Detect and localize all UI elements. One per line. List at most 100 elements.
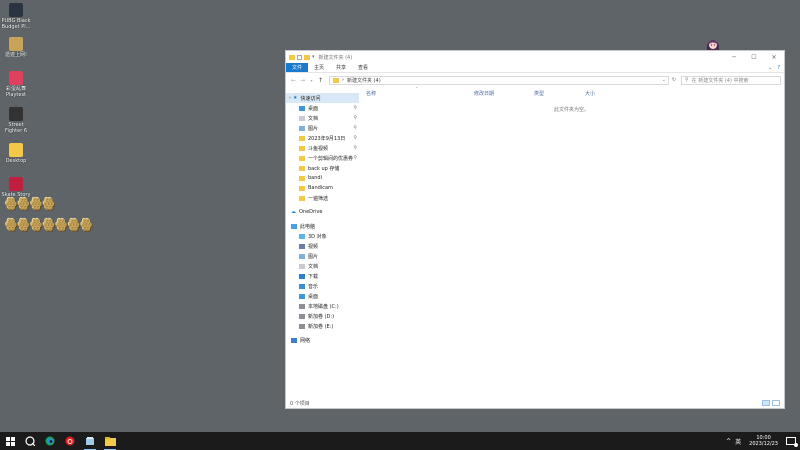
playtest-icon	[9, 71, 23, 85]
tab-home[interactable]: 主页	[308, 63, 330, 72]
back-button[interactable]: ←	[289, 77, 298, 84]
nav-pc-item-7[interactable]: 本地磁盘 (C:)	[286, 301, 359, 311]
clock[interactable]: 10:00 2023/12/23	[749, 435, 778, 447]
desktop-icon-3[interactable]: Street Fighter 6	[0, 107, 32, 134]
nav-quick-item-3[interactable]: 2023年9月13日 ⚲	[286, 133, 359, 143]
nav-quick-item-8[interactable]: Bandicam	[286, 183, 359, 193]
nav-quick-item-9[interactable]: 一遍筛选	[286, 193, 359, 203]
edge-taskbar-button[interactable]	[40, 432, 60, 450]
app-window-icon	[86, 437, 94, 445]
taskbar: ^ 英 10:00 2023/12/23	[0, 432, 800, 450]
system-tray: ^ 英 10:00 2023/12/23	[726, 435, 800, 447]
nav-label: 文档	[308, 263, 319, 270]
desktop-icon-5[interactable]: Skate Story	[0, 177, 32, 198]
nav-network[interactable]: 网络	[286, 335, 359, 345]
tab-file[interactable]: 文件	[286, 63, 309, 72]
nav-quick-access[interactable]: › ★ 快速访问	[286, 93, 359, 103]
file-explorer-taskbar-button[interactable]	[100, 432, 120, 450]
app-taskbar-button[interactable]	[80, 432, 100, 450]
search-icon: ⚲	[685, 77, 689, 83]
nav-quick-item-5[interactable]: 一个剪辑间的优惠券 ⚲	[286, 153, 359, 163]
start-button[interactable]	[0, 432, 20, 450]
nav-label: Bandicam	[308, 185, 333, 191]
expand-ribbon-icon[interactable]: ⌄	[768, 65, 772, 71]
refresh-button[interactable]: ↻	[669, 77, 679, 83]
quick-access-dropdown-icon[interactable]: ▾	[312, 54, 315, 60]
help-icon[interactable]: ?	[777, 65, 780, 71]
search-input[interactable]: ⚲ 在 新建文件夹 (4) 中搜索	[681, 75, 781, 85]
column-date-modified[interactable]: 修改日期	[474, 90, 494, 97]
column-type[interactable]: 类型	[534, 90, 544, 97]
nav-quick-item-2[interactable]: 图片 ⚲	[286, 123, 359, 133]
nav-label: 本地磁盘 (C:)	[308, 303, 339, 310]
desktop-icon-label: 遗迹上网!	[4, 52, 27, 58]
nav-label: 视频	[308, 243, 319, 250]
nav-quick-item-7[interactable]: bandi	[286, 173, 359, 183]
nav-label: 3D 对象	[308, 233, 327, 240]
desktop-icon-0[interactable]: PUBG Black Budget Pl...	[0, 3, 32, 30]
music-icon	[299, 283, 305, 289]
desktop-decoration-text-2: ꙮꙮꙮꙮꙮꙮꙮ	[6, 217, 94, 231]
tab-share[interactable]: 共享	[330, 63, 352, 72]
pin-icon: ⚲	[353, 145, 357, 151]
details-view-button[interactable]	[762, 400, 770, 406]
maximize-button[interactable]: ☐	[744, 54, 764, 61]
desktop-icon-2[interactable]: 彩蛋乱舞 Playtest	[0, 71, 32, 98]
netease-music-taskbar-button[interactable]	[60, 432, 80, 450]
desktop-icon-label: Street Fighter 6	[4, 122, 28, 134]
nav-pc-item-9[interactable]: 新加卷 (E:)	[286, 321, 359, 331]
breadcrumb-separator[interactable]: ›	[342, 77, 344, 83]
column-name[interactable]: 名称	[366, 90, 376, 97]
new-folder-icon[interactable]	[304, 54, 310, 60]
large-icons-view-button[interactable]	[772, 400, 780, 406]
folder-icon	[289, 54, 295, 60]
nav-label: 新加卷 (E:)	[308, 323, 334, 330]
folder-icon	[299, 135, 305, 141]
nav-pc-item-8[interactable]: 新加卷 (D:)	[286, 311, 359, 321]
properties-icon[interactable]	[297, 54, 302, 60]
nav-pc-item-1[interactable]: 视频	[286, 241, 359, 251]
desktop-icon-label: PUBG Black Budget Pl...	[1, 18, 31, 30]
close-button[interactable]: ✕	[764, 54, 784, 61]
file-list[interactable]: 名称 ⌃ 修改日期 类型 大小 此文件夹为空。	[359, 86, 784, 398]
sort-indicator-icon: ⌃	[415, 86, 419, 91]
nav-pc-item-3[interactable]: 文档	[286, 261, 359, 271]
nav-quick-item-6[interactable]: back up 存储	[286, 163, 359, 173]
search-taskbar-button[interactable]	[20, 432, 40, 450]
folder-icon	[299, 175, 305, 181]
nav-label: back up 存储	[308, 165, 340, 172]
desktop-icon-4[interactable]: Desktop	[0, 143, 32, 164]
nav-pc-item-2[interactable]: 图片	[286, 251, 359, 261]
breadcrumb[interactable]: 新建文件夹 (4)	[347, 77, 381, 84]
folder-icon	[299, 185, 305, 191]
expand-icon[interactable]: ›	[289, 95, 291, 101]
pin-icon: ⚲	[353, 135, 357, 141]
chevron-down-icon[interactable]: ⌄	[662, 77, 668, 83]
nav-pc-item-6[interactable]: 桌面	[286, 291, 359, 301]
minimize-button[interactable]: ─	[724, 54, 744, 61]
skate-icon	[9, 177, 23, 191]
item-count: 0 个项目	[290, 400, 310, 407]
nav-pc-item-5[interactable]: 音乐	[286, 281, 359, 291]
nav-quick-item-0[interactable]: 桌面 ⚲	[286, 103, 359, 113]
column-size[interactable]: 大小	[585, 90, 595, 97]
desktop-icon-1[interactable]: 遗迹上网!	[0, 37, 32, 58]
nav-pc-item-0[interactable]: 3D 对象	[286, 231, 359, 241]
nav-quick-item-1[interactable]: 文档 ⚲	[286, 113, 359, 123]
nav-onedrive[interactable]: ☁ OneDrive	[286, 207, 359, 217]
nav-pc-item-4[interactable]: 下载	[286, 271, 359, 281]
forward-button[interactable]: →	[298, 77, 307, 84]
show-hidden-icons-button[interactable]: ^	[726, 438, 731, 445]
nav-quick-item-4[interactable]: 斗鱼视频 ⚲	[286, 143, 359, 153]
notification-center-icon[interactable]	[786, 437, 798, 447]
tab-view[interactable]: 查看	[352, 63, 374, 72]
documents-icon	[299, 263, 305, 269]
nav-this-pc[interactable]: 此电脑	[286, 221, 359, 231]
nav-label: 网络	[300, 337, 311, 344]
address-bar[interactable]: › 新建文件夹 (4) ⌄	[329, 75, 669, 85]
recent-locations-icon[interactable]: ▾	[307, 78, 316, 83]
ime-indicator[interactable]: 英	[735, 437, 741, 446]
folder-icon	[299, 195, 305, 201]
up-button[interactable]: ↑	[316, 77, 325, 84]
network-icon	[291, 337, 297, 343]
